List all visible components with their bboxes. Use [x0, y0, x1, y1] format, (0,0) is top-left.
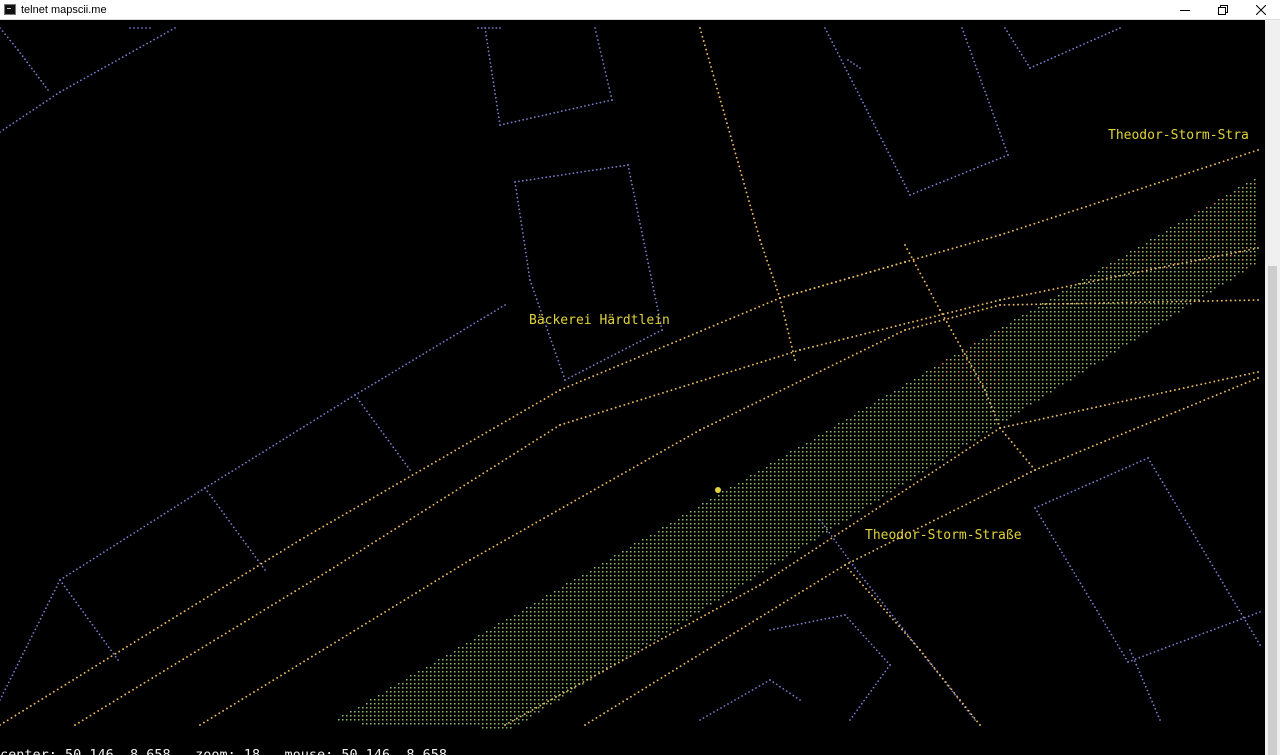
center-marker — [715, 487, 721, 493]
status-line: center: 50.146, 8.658 zoom: 18 mouse: 50… — [0, 747, 448, 755]
terminal-icon — [4, 4, 16, 15]
street-label-theodor-storm-top: Theodor-Storm-Stra — [1108, 128, 1249, 143]
close-icon — [1256, 5, 1266, 15]
scrollbar-thumb[interactable] — [1268, 266, 1277, 755]
title-bar[interactable]: telnet mapscii.me — [0, 0, 1280, 20]
street-label-theodor-storm-bottom: Theodor-Storm-Straße — [865, 528, 1022, 543]
map-drawing — [0, 27, 1261, 729]
park-area — [338, 179, 1256, 729]
map-canvas[interactable]: Theodor-Storm-Stra Bäckerei Härdtlein Th… — [0, 20, 1265, 755]
vertical-scrollbar[interactable] — [1265, 20, 1280, 755]
restore-icon — [1218, 5, 1228, 15]
building-outlines — [0, 27, 1261, 721]
minimize-icon — [1180, 10, 1190, 11]
close-button[interactable] — [1242, 0, 1280, 20]
terminal-window: telnet mapscii.me Theodor-Storm-Stra Bäc… — [0, 0, 1280, 755]
minimize-button[interactable] — [1166, 0, 1204, 20]
restore-button[interactable] — [1204, 0, 1242, 20]
window-controls — [1166, 0, 1280, 20]
poi-label-baeckerei: Bäckerei Härdtlein — [529, 313, 670, 328]
window-title: telnet mapscii.me — [21, 3, 107, 16]
